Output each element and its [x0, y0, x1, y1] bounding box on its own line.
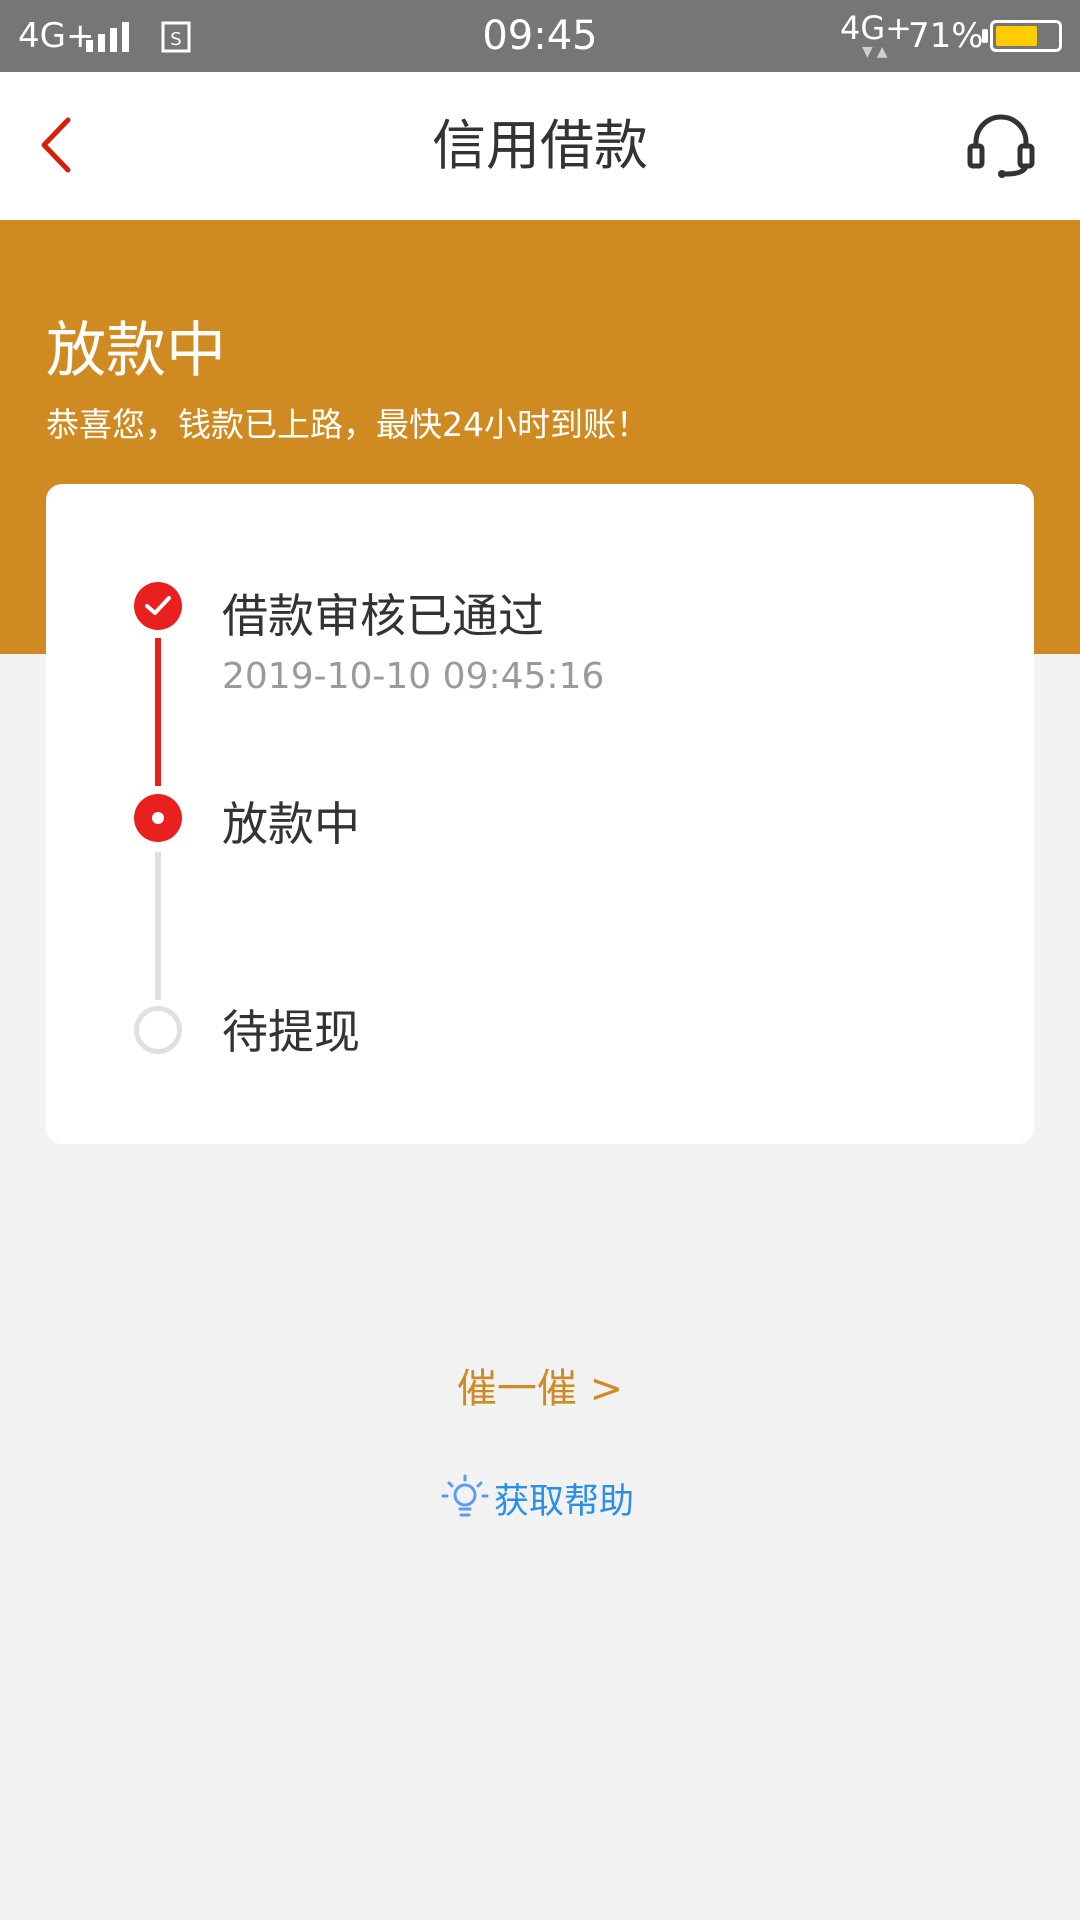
step-time-approved: 2019-10-10 09:45:16 — [222, 656, 605, 697]
step-label-pending-withdraw: 待提现 — [222, 1005, 360, 1059]
data-arrows-icon: ▼▲ — [862, 44, 892, 60]
battery-icon — [990, 20, 1062, 52]
urge-button[interactable]: 催一催 > — [0, 1356, 1080, 1414]
lightbulb-icon — [441, 1474, 489, 1517]
screen: 4G+ S 09:45 4G+ ▼▲ 71% 信用借款 放款中 恭喜您，钱款已上… — [0, 0, 1080, 1920]
step-label-approved: 借款审核已通过 — [222, 589, 544, 643]
page-title: 信用借款 — [432, 114, 648, 177]
banner-title: 放款中 — [46, 316, 226, 386]
get-help-link[interactable]: 获取帮助 — [440, 1474, 634, 1522]
timeline-line-pending — [155, 852, 161, 1000]
step-pending-icon — [134, 1006, 182, 1054]
step-active-icon — [134, 794, 182, 842]
status-bar: 4G+ S 09:45 4G+ ▼▲ 71% — [0, 0, 1080, 72]
nav-bar: 信用借款 — [0, 72, 1080, 220]
headset-icon[interactable] — [966, 112, 1036, 178]
step-done-icon — [134, 582, 182, 630]
check-icon — [145, 596, 171, 615]
progress-card: 借款审核已通过 2019-10-10 09:45:16 放款中 待提现 — [46, 484, 1034, 1144]
battery-nub — [982, 29, 988, 43]
timeline-line-done — [155, 638, 161, 786]
battery-percent: 71% — [908, 16, 984, 56]
battery-fill — [996, 26, 1037, 46]
banner-subtitle: 恭喜您，钱款已上路，最快24小时到账！ — [46, 405, 649, 444]
get-help-label: 获取帮助 — [494, 1481, 635, 1522]
step-label-disbursing: 放款中 — [222, 797, 360, 851]
